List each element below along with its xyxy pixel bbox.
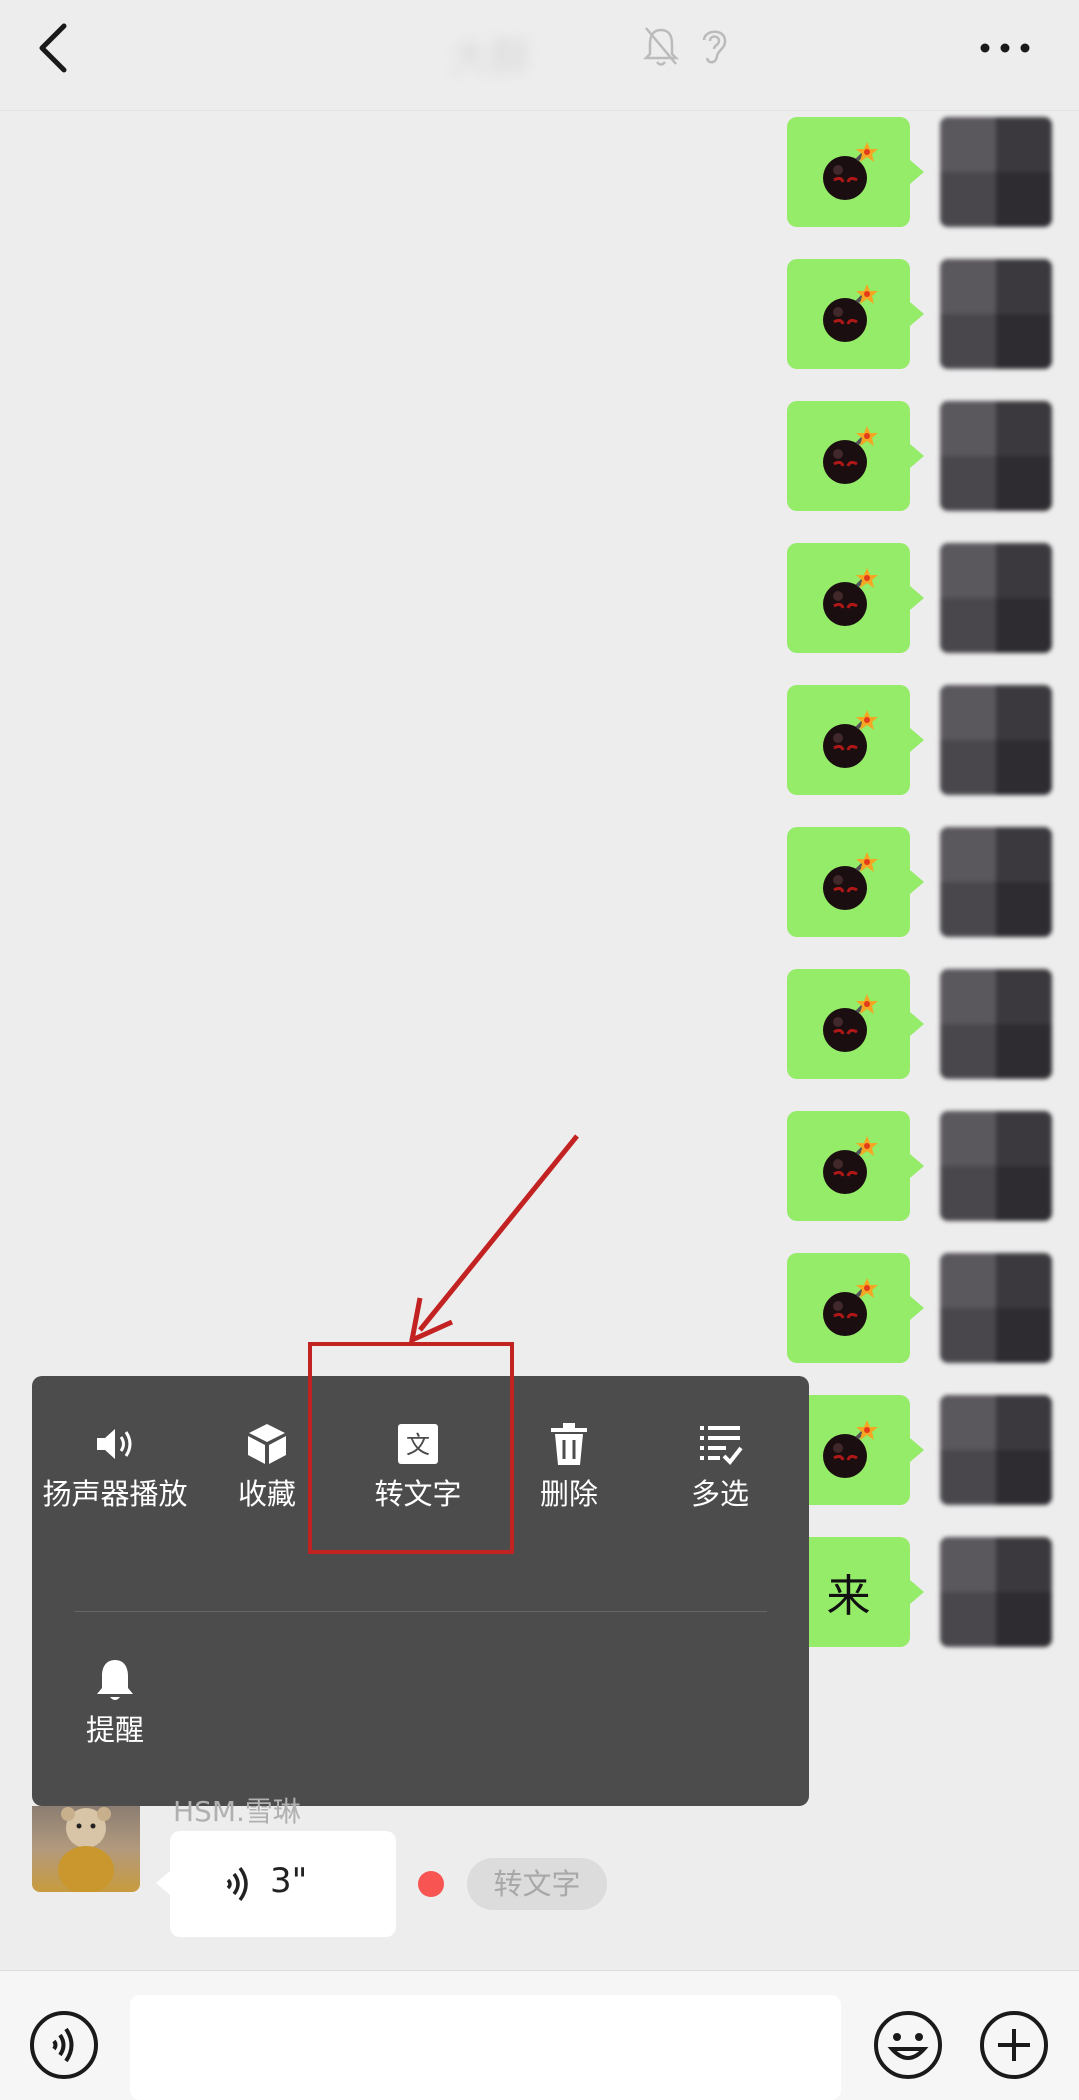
multiselect-icon (700, 1426, 743, 1466)
sender-name: HSM.雪琳 (173, 1795, 301, 1828)
top-bar: 大群 (0, 0, 1079, 111)
ear-icon (702, 30, 727, 64)
bell-icon (97, 1660, 133, 1700)
menu-item-remind[interactable]: 提醒 (40, 1656, 190, 1750)
emoji-message-bubble[interactable] (787, 969, 924, 1079)
sender-avatar[interactable] (940, 1395, 1052, 1505)
message-text: 来 (826, 1571, 871, 1622)
menu-label-multiselect: 多选 (690, 1477, 749, 1511)
sender-avatar-photo[interactable] (32, 1806, 140, 1892)
emoji-message-bubble[interactable] (787, 543, 924, 653)
chat-title: 大群 (450, 35, 530, 81)
sender-avatar[interactable] (940, 1537, 1052, 1647)
voice-duration: 3" (270, 1861, 308, 1901)
menu-label-remind: 提醒 (85, 1713, 144, 1747)
sender-avatar[interactable] (940, 259, 1052, 369)
emoji-message-bubble[interactable] (787, 827, 924, 937)
message-row: 来 (787, 1537, 1067, 1647)
bomb-emoji-icon (822, 142, 878, 200)
unread-dot (418, 1871, 444, 1897)
plus-icon[interactable] (978, 2009, 1050, 2081)
bomb-emoji-icon (822, 426, 878, 484)
sender-avatar[interactable] (940, 543, 1052, 653)
teddy-bear-icon (58, 1807, 114, 1892)
emoji-icon[interactable] (872, 2009, 944, 2081)
message-row (787, 117, 1067, 227)
bomb-emoji-icon (822, 994, 878, 1052)
emoji-message-bubble[interactable] (787, 117, 924, 227)
bomb-emoji-icon (822, 568, 878, 626)
bomb-emoji-icon (822, 1136, 878, 1194)
message-row (787, 969, 1067, 1079)
sender-avatar[interactable] (940, 1111, 1052, 1221)
message-row (787, 259, 1067, 369)
sender-avatar[interactable] (940, 1253, 1052, 1363)
mute-bell-icon (643, 27, 679, 66)
voice-input-icon[interactable] (28, 2009, 100, 2081)
emoji-message-bubble[interactable] (787, 401, 924, 511)
emoji-message-bubble[interactable] (787, 685, 924, 795)
emoji-message-bubble[interactable] (787, 1111, 924, 1221)
message-row (787, 1253, 1067, 1363)
bomb-emoji-icon (822, 1420, 878, 1478)
menu-item-multiselect[interactable]: 多选 (645, 1420, 795, 1514)
message-row (787, 827, 1067, 937)
back-icon[interactable] (30, 18, 80, 78)
speaker-icon (97, 1429, 132, 1459)
voice-wave-icon (226, 1866, 248, 1902)
more-icon[interactable] (975, 30, 1035, 66)
sender-avatar[interactable] (940, 969, 1052, 1079)
bomb-emoji-icon (822, 710, 878, 768)
sender-avatar[interactable] (940, 401, 1052, 511)
voice-message-bubble[interactable]: 3" (156, 1831, 396, 1937)
emoji-message-bubble[interactable] (787, 1253, 924, 1363)
annotation-highlight-box (308, 1342, 514, 1554)
input-bar (0, 1970, 1079, 2100)
bomb-emoji-icon (822, 852, 878, 910)
message-row (787, 685, 1067, 795)
emoji-message-bubble[interactable] (787, 259, 924, 369)
message-input[interactable] (130, 1995, 841, 2100)
sender-avatar[interactable] (940, 685, 1052, 795)
bomb-emoji-icon (822, 284, 878, 342)
menu-label-speaker: 扬声器播放 (42, 1477, 188, 1511)
bomb-emoji-icon (822, 1278, 878, 1336)
menu-label-delete: 删除 (539, 1477, 598, 1511)
menu-divider (74, 1611, 767, 1612)
message-row (787, 401, 1067, 511)
message-row (787, 543, 1067, 653)
message-row (787, 1395, 1067, 1505)
transcribe-chip[interactable]: 转文字 (467, 1858, 607, 1910)
menu-item-delete[interactable]: 删除 (494, 1420, 644, 1514)
sender-avatar[interactable] (940, 827, 1052, 937)
sender-avatar[interactable] (940, 117, 1052, 227)
trash-icon (551, 1423, 587, 1465)
message-row (787, 1111, 1067, 1221)
cube-icon (248, 1424, 286, 1464)
menu-item-speaker[interactable]: 扬声器播放 (40, 1420, 190, 1514)
